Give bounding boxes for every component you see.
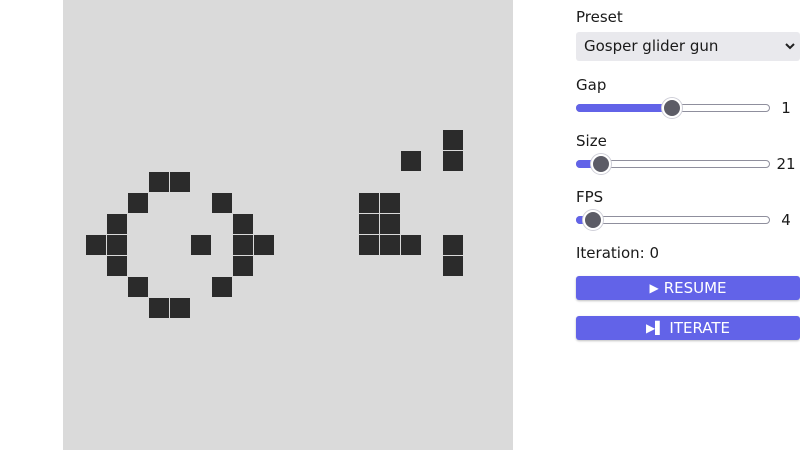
live-cell[interactable] (233, 214, 253, 234)
live-cell[interactable] (233, 256, 253, 276)
live-cell[interactable] (443, 256, 463, 276)
live-cell[interactable] (443, 130, 463, 150)
preset-select[interactable]: Gosper glider gun (576, 32, 800, 61)
preset-label: Preset (576, 8, 623, 26)
live-cell[interactable] (380, 235, 400, 255)
size-label: Size (576, 132, 607, 150)
live-cell[interactable] (170, 298, 190, 318)
fps-slider[interactable] (576, 209, 770, 231)
gap-slider[interactable] (576, 97, 770, 119)
live-cell[interactable] (107, 214, 127, 234)
gap-slider-fill (576, 104, 672, 112)
live-cell[interactable] (107, 235, 127, 255)
resume-button[interactable]: ▶ RESUME (576, 276, 800, 300)
step-forward-icon: ▶▌ (645, 321, 665, 335)
live-cell[interactable] (212, 193, 232, 213)
size-slider[interactable] (576, 153, 770, 175)
fps-label: FPS (576, 188, 604, 206)
live-cell[interactable] (191, 235, 211, 255)
gap-value: 1 (781, 99, 791, 117)
iteration-counter: Iteration: 0 (576, 244, 659, 262)
live-cell[interactable] (170, 172, 190, 192)
live-cell[interactable] (359, 214, 379, 234)
iterate-button[interactable]: ▶▌ ITERATE (576, 316, 800, 340)
live-cell[interactable] (401, 235, 421, 255)
live-cell[interactable] (149, 172, 169, 192)
size-value: 21 (776, 155, 796, 173)
game-board[interactable] (63, 0, 513, 450)
live-cell[interactable] (149, 298, 169, 318)
preset-select-value: Gosper glider gun (584, 37, 719, 55)
size-slider-thumb[interactable] (591, 154, 611, 174)
live-cell[interactable] (233, 235, 253, 255)
play-icon: ▶ (649, 281, 659, 295)
resume-button-label: RESUME (663, 279, 727, 297)
live-cell[interactable] (380, 193, 400, 213)
chevron-down-icon (785, 43, 795, 50)
fps-slider-track (576, 216, 770, 224)
live-cell[interactable] (107, 256, 127, 276)
live-cell[interactable] (359, 235, 379, 255)
live-cell[interactable] (212, 277, 232, 297)
live-cell[interactable] (254, 235, 274, 255)
live-cell[interactable] (443, 235, 463, 255)
iterate-button-label: ITERATE (669, 319, 731, 337)
fps-value: 4 (781, 211, 791, 229)
live-cell[interactable] (86, 235, 106, 255)
live-cell[interactable] (128, 277, 148, 297)
control-panel: Preset Gosper glider gun Gap 1 Size 21 F… (576, 0, 800, 450)
fps-slider-thumb[interactable] (583, 210, 603, 230)
live-cell[interactable] (359, 193, 379, 213)
live-cell[interactable] (401, 151, 421, 171)
live-cell[interactable] (380, 214, 400, 234)
live-cell[interactable] (443, 151, 463, 171)
gap-label: Gap (576, 76, 607, 94)
gap-slider-thumb[interactable] (662, 98, 682, 118)
live-cell[interactable] (128, 193, 148, 213)
